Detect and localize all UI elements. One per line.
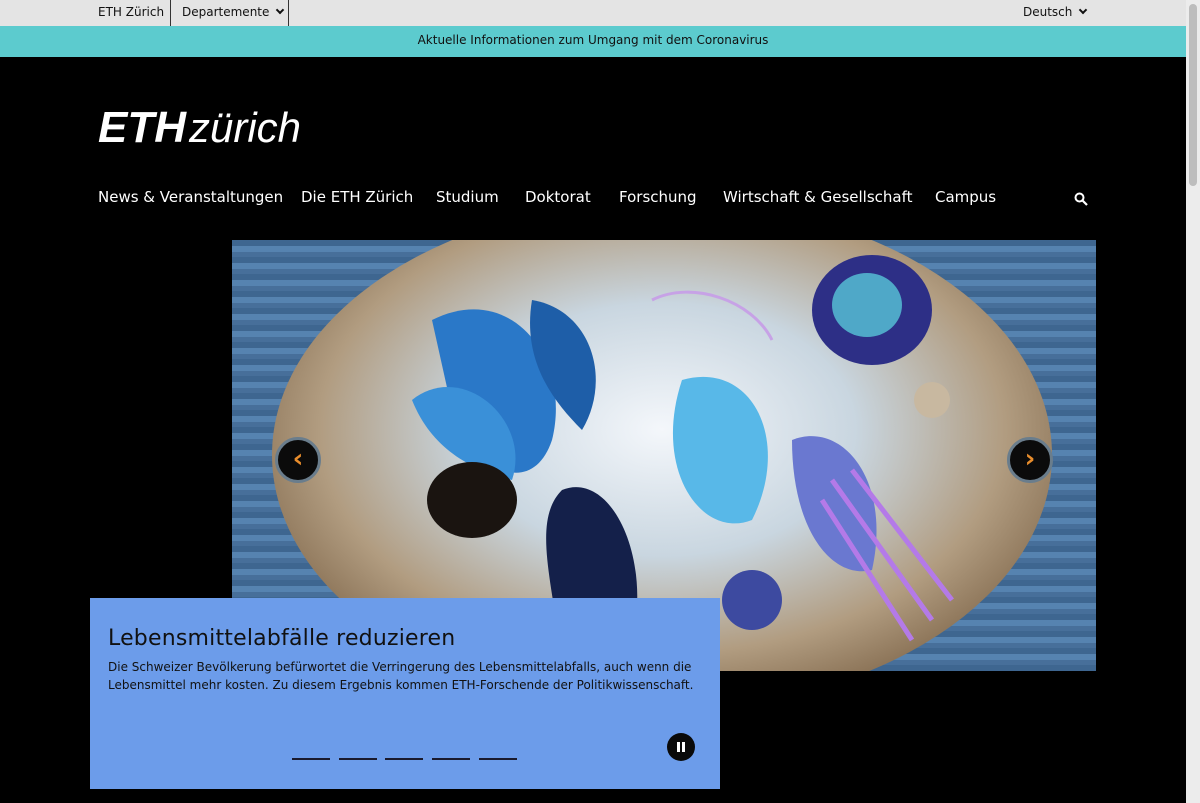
chevron-down-icon: [1079, 5, 1088, 15]
scrollbar-thumb[interactable]: [1189, 4, 1197, 186]
nav-item-studium[interactable]: Studium: [436, 188, 499, 206]
language-dropdown[interactable]: Deutsch: [1023, 0, 1088, 26]
slider-dot-4[interactable]: [432, 758, 470, 760]
nav-item-wirtschaft[interactable]: Wirtschaft & Gesellschaft: [723, 188, 913, 206]
info-banner-text: Aktuelle Informationen zum Umgang mit de…: [417, 33, 769, 47]
search-icon[interactable]: [1074, 192, 1088, 206]
nav-item-forschung[interactable]: Forschung: [619, 188, 697, 206]
coronavirus-info-banner[interactable]: Aktuelle Informationen zum Umgang mit de…: [0, 26, 1186, 57]
language-label: Deutsch: [1023, 5, 1073, 19]
pause-icon[interactable]: [667, 733, 695, 761]
hero-description: Die Schweizer Bevölkerung befürwortet di…: [108, 660, 694, 692]
nav-item-doktorat[interactable]: Doktorat: [525, 188, 591, 206]
page-scrollbar[interactable]: [1186, 0, 1200, 803]
chevron-down-icon: [276, 5, 285, 15]
eth-logo[interactable]: ETH zürich: [98, 103, 318, 152]
hero-title[interactable]: Lebensmittelabfälle reduzieren: [108, 626, 455, 651]
nav-item-news[interactable]: News & Veranstaltungen: [98, 188, 283, 206]
hero-caption: Lebensmittelabfälle reduzieren Die Schwe…: [90, 598, 720, 789]
nav-item-die-eth[interactable]: Die ETH Zürich: [301, 188, 413, 206]
slider-prev-button[interactable]: ‹: [275, 437, 321, 483]
logo-eth-text: ETH: [98, 104, 187, 148]
slider-dot-2[interactable]: [339, 758, 377, 760]
slider-dot-1[interactable]: [292, 758, 330, 760]
eth-zurich-link[interactable]: ETH Zürich: [98, 0, 164, 26]
logo-zurich-text: zürich: [188, 104, 301, 148]
departments-label: Departemente: [182, 5, 270, 19]
slider-dot-3[interactable]: [385, 758, 423, 760]
slider-next-button[interactable]: ›: [1007, 437, 1053, 483]
slider-dot-5[interactable]: [479, 758, 517, 760]
departments-dropdown[interactable]: Departemente: [170, 0, 289, 26]
top-utility-bar: ETH Zürich Departemente Deutsch: [0, 0, 1186, 26]
nav-item-campus[interactable]: Campus: [935, 188, 996, 206]
